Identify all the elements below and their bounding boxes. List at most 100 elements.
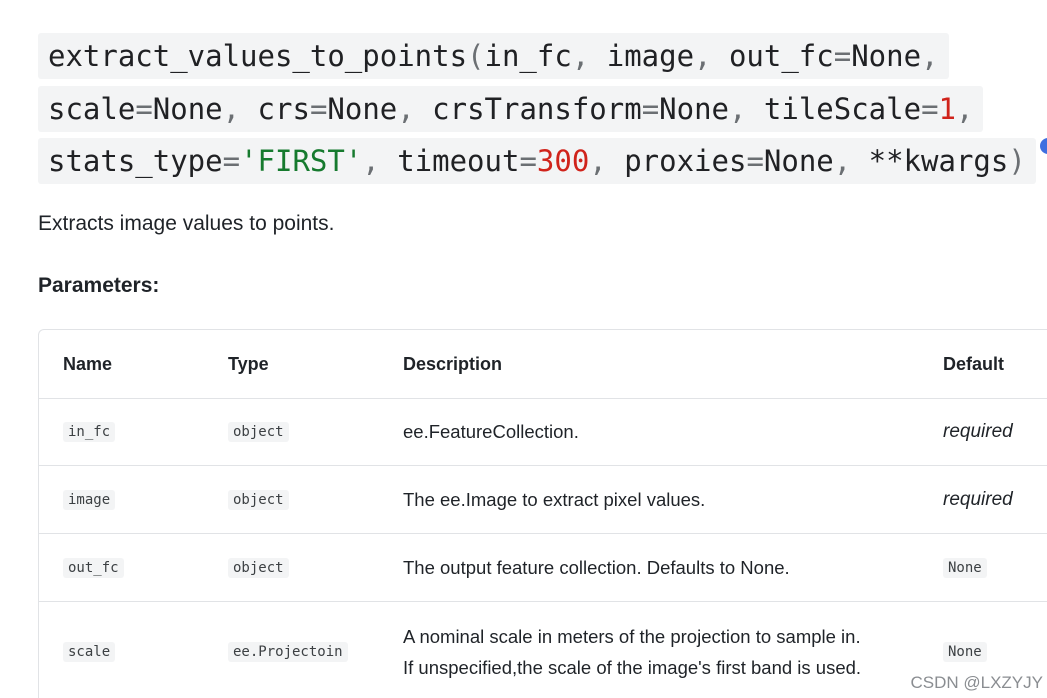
description-cell: The ee.Image to extract pixel values.: [403, 466, 933, 533]
param-type: object: [228, 557, 289, 578]
arg-scale: scale: [48, 91, 136, 126]
function-name: extract_values_to_points: [48, 39, 468, 73]
default-number: 300: [536, 144, 590, 178]
param-default: required: [943, 488, 1013, 510]
param-default: None: [943, 557, 987, 578]
parameters-table: Name Type Description Default in_fc obje…: [38, 329, 1047, 698]
signature-chunk-3: stats_type='FIRST', timeout=300, proxies…: [38, 138, 1036, 184]
signature-line-3: stats_type='FIRST', timeout=300, proxies…: [38, 135, 1038, 188]
param-description: ee.FeatureCollection.: [403, 416, 579, 447]
param-default: None: [943, 642, 987, 662]
comma: ,: [729, 91, 764, 126]
default-number: 1: [938, 91, 956, 126]
default-none: None: [327, 91, 398, 126]
header-default-cell: Default: [943, 330, 1004, 398]
anchor-dot-icon[interactable]: [1040, 138, 1047, 154]
description-line: The ee.Image to extract pixel values.: [403, 489, 706, 510]
default-cell: required: [943, 466, 1013, 533]
type-cell: object: [228, 466, 289, 533]
arg-timeout: timeout: [397, 144, 520, 178]
arg-in-fc: in_fc: [484, 39, 572, 73]
param-description: A nominal scale in meters of the project…: [403, 621, 861, 683]
arg-image: image: [606, 39, 695, 73]
name-cell: in_fc: [63, 398, 116, 465]
param-description: The ee.Image to extract pixel values.: [403, 484, 705, 515]
comma: ,: [921, 39, 939, 73]
description-cell: The output feature collection. Defaults …: [403, 534, 933, 601]
param-type: object: [228, 489, 289, 510]
param-description: The output feature collection. Defaults …: [403, 552, 790, 583]
default-none: None: [152, 91, 223, 126]
name-cell: scale: [63, 602, 116, 698]
name-cell: image: [63, 466, 116, 533]
description-cell: A nominal scale in meters of the project…: [403, 602, 933, 698]
table-row: image object The ee.Image to extract pix…: [39, 466, 1047, 534]
header-description-cell: Description: [403, 330, 933, 398]
param-default: required: [943, 420, 1013, 442]
name-cell: out_fc: [63, 534, 124, 601]
arg-crs: crs: [257, 91, 310, 126]
signature-chunk-1: extract_values_to_points(in_fc, image, o…: [38, 33, 949, 79]
equals: =: [746, 144, 764, 178]
header-name: Name: [63, 353, 113, 374]
arg-kwargs: **kwargs: [868, 144, 1009, 178]
default-cell: None: [943, 534, 987, 601]
function-signature: extract_values_to_points(in_fc, image, o…: [38, 30, 1038, 188]
equals: =: [519, 144, 537, 178]
arg-stats-type: stats_type: [48, 144, 223, 178]
comma: ,: [571, 39, 607, 73]
comma: ,: [222, 91, 258, 126]
comma: ,: [833, 144, 869, 178]
open-paren: (: [467, 39, 485, 73]
equals: =: [222, 144, 241, 178]
param-type: object: [228, 421, 289, 442]
signature-line-2: scale=None, crs=None, crsTransform=None,…: [38, 83, 1038, 136]
equals: =: [641, 91, 660, 126]
equals: =: [921, 91, 939, 126]
signature-line-1: extract_values_to_points(in_fc, image, o…: [38, 30, 1038, 83]
function-summary: Extracts image values to points.: [38, 212, 335, 235]
signature-chunk-2: scale=None, crs=None, crsTransform=None,…: [38, 85, 984, 132]
default-string: 'FIRST': [240, 144, 363, 178]
param-type: ee.Projectoin: [228, 642, 348, 662]
table-row: in_fc object ee.FeatureCollection. requi…: [39, 398, 1047, 466]
description-line: A nominal scale in meters of the project…: [403, 626, 861, 647]
comma: ,: [397, 91, 433, 126]
close-paren: ): [1008, 144, 1026, 178]
param-name: out_fc: [63, 557, 124, 578]
default-none: None: [851, 39, 922, 73]
param-name: scale: [63, 642, 116, 662]
description-cell: ee.FeatureCollection.: [403, 398, 933, 465]
type-cell: ee.Projectoin: [228, 602, 348, 698]
description-line: The output feature collection. Defaults …: [403, 557, 790, 578]
arg-proxies: proxies: [624, 144, 747, 178]
equals: =: [309, 91, 328, 126]
param-name: image: [63, 489, 116, 510]
comma: ,: [694, 39, 729, 73]
parameters-heading: Parameters:: [38, 274, 160, 297]
table-header-row: Name Type Description Default: [39, 330, 1047, 399]
header-description: Description: [403, 353, 503, 374]
table-row: scale ee.Projectoin A nominal scale in m…: [39, 602, 1047, 698]
header-default: Default: [943, 353, 1005, 374]
watermark: CSDN @LXZYJY: [910, 673, 1043, 692]
header-type-cell: Type: [228, 330, 269, 398]
arg-tile-scale: tileScale: [763, 91, 922, 126]
comma: ,: [589, 144, 625, 178]
type-cell: object: [228, 534, 289, 601]
arg-out-fc: out_fc: [728, 39, 834, 73]
equals: =: [135, 91, 153, 126]
comma: ,: [956, 91, 974, 126]
table-row: out_fc object The output feature collect…: [39, 534, 1047, 602]
default-none: None: [763, 144, 834, 178]
description-line: ee.FeatureCollection.: [403, 421, 579, 442]
type-cell: object: [228, 398, 289, 465]
header-type: Type: [228, 353, 269, 374]
header-name-cell: Name: [63, 330, 112, 398]
default-none: None: [659, 91, 729, 126]
param-name: in_fc: [63, 421, 116, 442]
arg-crs-transform: crsTransform: [432, 91, 642, 126]
comma: ,: [362, 144, 398, 178]
equals: =: [833, 39, 852, 73]
default-cell: required: [943, 398, 1013, 465]
